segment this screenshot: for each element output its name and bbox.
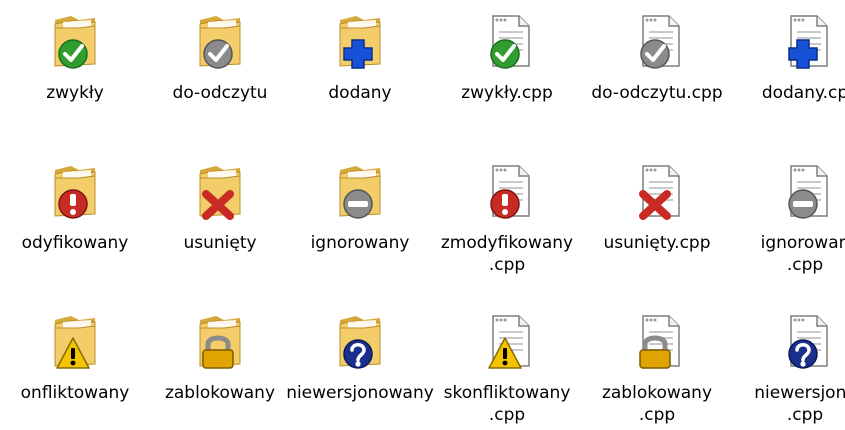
folder-item[interactable]: dodany [285, 10, 435, 130]
folder-item[interactable]: odyfikowany [0, 160, 150, 280]
x-red-badge-icon [639, 165, 680, 220]
document-icon [627, 160, 687, 220]
folder-item[interactable]: usunięty [145, 160, 295, 280]
check-gray-badge-icon [199, 16, 241, 69]
x-red-badge-icon [199, 166, 241, 220]
item-label-line-2: .cpp [786, 255, 824, 275]
check-green-badge-icon [490, 15, 530, 69]
file-item[interactable]: zwykły.cpp [432, 10, 582, 130]
check-green-icon [58, 39, 88, 69]
document-icon [477, 10, 537, 70]
item-label-line-1: ignorowan [760, 233, 845, 253]
question-blue-icon [788, 339, 818, 369]
file-item[interactable]: ignorowan .cpp [730, 160, 845, 280]
folder-icon [330, 160, 390, 220]
warn-yellow-badge-icon [488, 315, 530, 369]
item-label: dodany.cp [690, 82, 845, 104]
check-green-badge-icon [54, 16, 96, 69]
check-gray-icon [203, 39, 233, 69]
document-icon [775, 160, 835, 220]
item-label: ignorowan .cpp [690, 232, 845, 276]
check-green-icon [490, 39, 520, 69]
folder-icon [45, 310, 105, 370]
check-gray-badge-icon [640, 15, 680, 69]
folder-item[interactable]: do-odczytu [145, 10, 295, 130]
file-item[interactable]: do-odczytu.cpp [582, 10, 732, 130]
exclamation-red-icon [490, 189, 520, 219]
folder-icon [330, 310, 390, 370]
warn-yellow-badge-icon [54, 316, 96, 369]
item-label-line-1: dodany.cp [761, 83, 845, 103]
document-icon [627, 10, 687, 70]
folder-item[interactable]: onfliktowany [0, 310, 150, 430]
question-blue-badge-icon [788, 315, 828, 369]
item-label: niewersjonc.cpp [690, 382, 845, 426]
minus-gray-badge-icon [339, 166, 381, 219]
document-icon [627, 310, 687, 370]
lock-badge-icon [639, 315, 680, 369]
check-gray-icon [640, 39, 670, 69]
folder-icon [190, 160, 250, 220]
lock-badge-icon [199, 316, 241, 369]
folder-icon [330, 10, 390, 70]
file-item[interactable]: dodany.cp [730, 10, 845, 130]
document-icon [775, 310, 835, 370]
exclaim-red-badge-icon [54, 166, 96, 219]
folder-item[interactable]: zwykły [0, 10, 150, 130]
folder-icon [45, 10, 105, 70]
minus-gray-icon [788, 189, 818, 219]
document-icon [477, 310, 537, 370]
plus-blue-badge-icon [788, 15, 828, 69]
exclamation-red-icon [58, 189, 88, 219]
file-item[interactable]: zmodyfikowany .cpp [432, 160, 582, 280]
folder-icon [45, 160, 105, 220]
exclaim-red-badge-icon [490, 165, 530, 219]
folder-icon [190, 310, 250, 370]
plus-blue-badge-icon [339, 16, 381, 69]
minus-gray-icon [343, 189, 373, 219]
file-item[interactable]: niewersjonc.cpp [730, 310, 845, 430]
document-icon [477, 160, 537, 220]
item-label-line-1: niewersjonc [754, 383, 845, 403]
folder-item[interactable]: zablokowany [145, 310, 295, 430]
item-label-line-2: .cpp [786, 405, 824, 425]
document-icon [775, 10, 835, 70]
folder-icon [190, 10, 250, 70]
question-blue-icon [343, 339, 373, 369]
minus-gray-badge-icon [788, 165, 828, 219]
question-blue-badge-icon [339, 316, 381, 369]
